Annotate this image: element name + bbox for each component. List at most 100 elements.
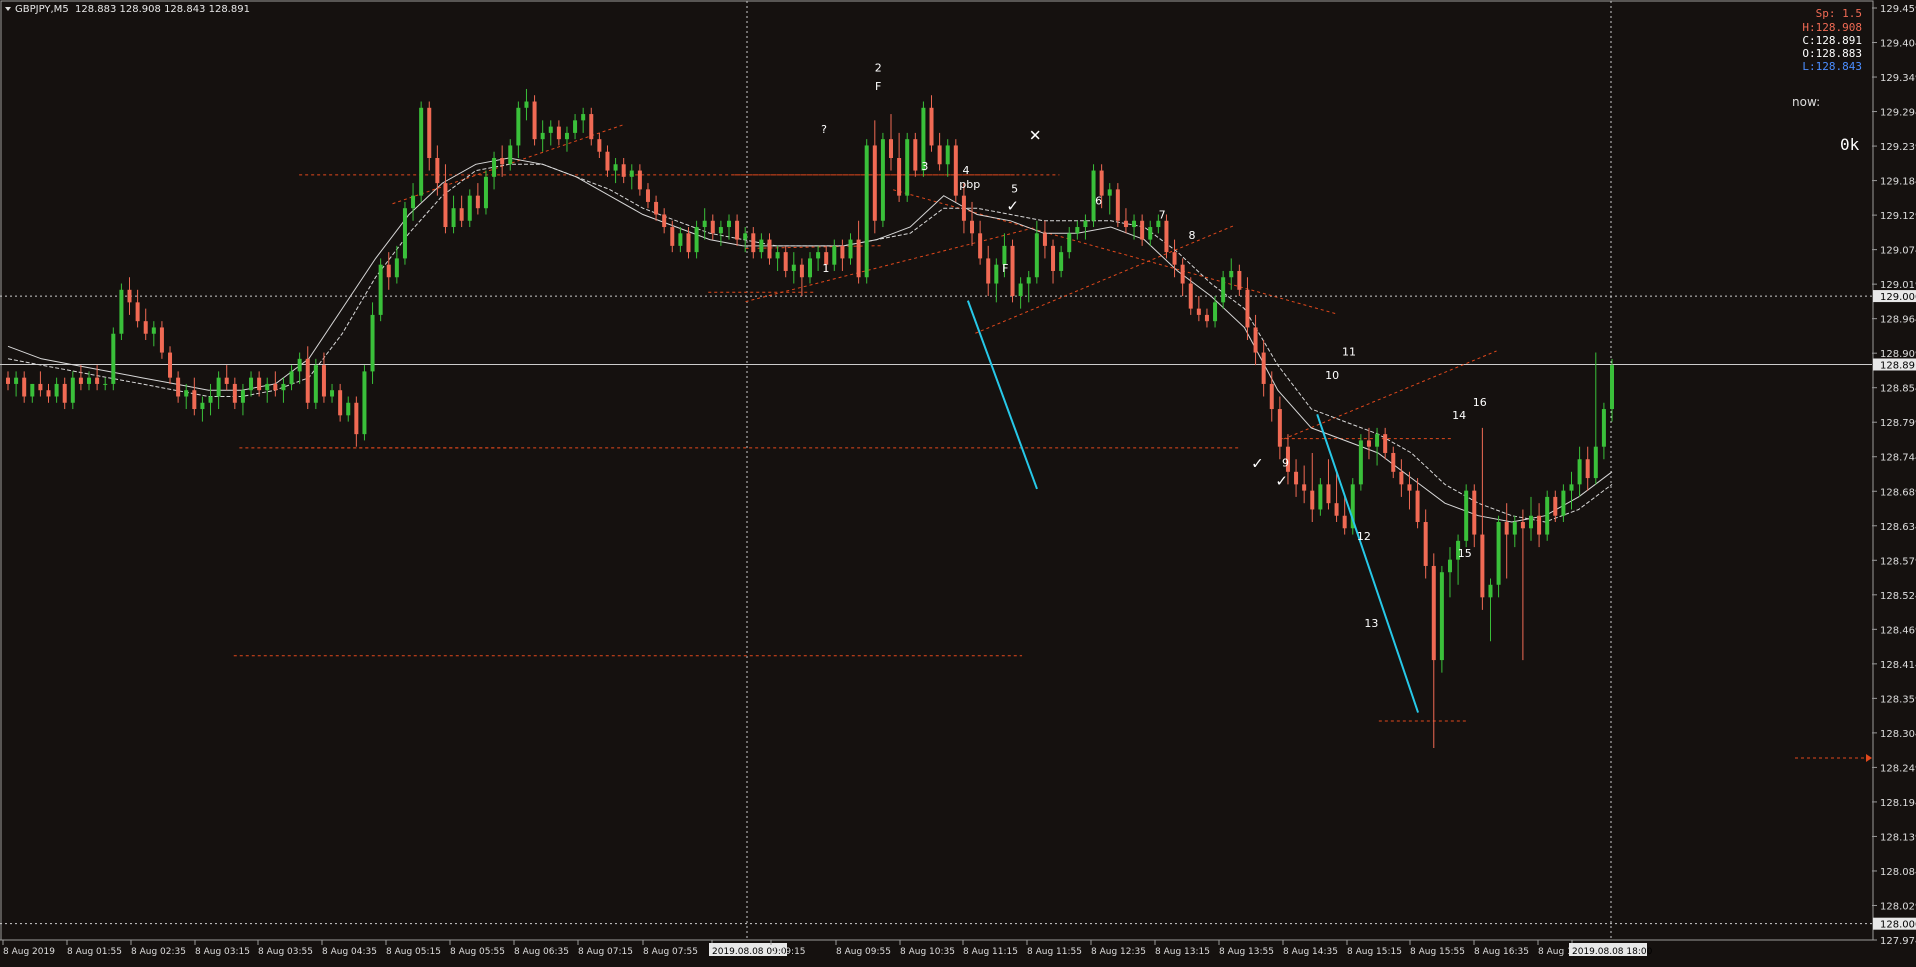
- bull-candle: [1229, 270, 1234, 278]
- bull-candle: [678, 233, 683, 246]
- bear-candle: [1537, 515, 1542, 535]
- bear-candle: [645, 189, 650, 202]
- bear-candle: [46, 390, 51, 397]
- bear-candle: [662, 214, 667, 228]
- bull-candle: [508, 145, 513, 165]
- annotation-label: 15: [1458, 547, 1472, 560]
- now-label: now:: [1792, 95, 1820, 109]
- bull-candle: [346, 402, 351, 416]
- bear-candle: [1504, 522, 1509, 535]
- bear-candle: [475, 195, 480, 209]
- header: GBPJPY,M5 128.883 128.908 128.843 128.89…: [5, 4, 250, 15]
- x-tick-label: 8 Aug 07:55: [643, 947, 698, 957]
- annotation-label: ?: [821, 123, 827, 136]
- y-tick-label: 128.139: [1880, 832, 1916, 843]
- bull-candle: [994, 264, 999, 284]
- bull-candle: [1318, 484, 1323, 510]
- x-tick-label: 8 Aug 03:55: [258, 947, 313, 957]
- bull-candle: [694, 227, 699, 253]
- x-tick-label: 8 Aug 04:35: [322, 947, 377, 957]
- bull-candle: [1545, 496, 1550, 535]
- bull-candle: [370, 314, 375, 372]
- bear-candle: [1204, 314, 1209, 322]
- bull-candle: [378, 264, 383, 315]
- y-tick-label: 128.854: [1880, 384, 1916, 395]
- bull-candle: [216, 377, 221, 397]
- y-tick-label: 128.249: [1880, 763, 1916, 774]
- y-tick-label: 128.304: [1880, 729, 1916, 740]
- bear-candle: [1310, 490, 1315, 510]
- y-tick-label: 128.414: [1880, 660, 1916, 671]
- bull-candle: [1067, 233, 1072, 253]
- bear-candle: [605, 151, 610, 171]
- bear-candle: [1237, 270, 1242, 290]
- bear-candle: [1123, 220, 1128, 228]
- bull-candle: [1132, 220, 1137, 228]
- annotation-label: 5: [1011, 183, 1018, 196]
- x-tick-label: 8 Aug 05:15: [386, 947, 441, 957]
- bull-candle: [1496, 522, 1501, 585]
- bear-candle: [589, 114, 594, 140]
- bull-candle: [119, 289, 124, 334]
- annotation-label: 12: [1357, 530, 1371, 543]
- close-value: C:128.891: [1802, 34, 1862, 47]
- annotation-label: 6: [1095, 195, 1102, 208]
- bull-candle: [548, 126, 553, 133]
- bear-candle: [1277, 409, 1282, 447]
- bull-candle: [864, 145, 869, 278]
- bull-candle: [791, 264, 796, 271]
- y-tick-label: 128.634: [1880, 522, 1916, 533]
- bear-candle: [1294, 471, 1299, 485]
- bear-candle: [1010, 245, 1015, 297]
- bull-candle: [1221, 277, 1226, 303]
- x-tick-label: 8 Aug 11:55: [1027, 947, 1082, 957]
- high-value: H:128.908: [1802, 21, 1862, 34]
- bear-candle: [62, 383, 67, 403]
- y-tick-label: 129.074: [1880, 246, 1916, 257]
- bull-candle: [411, 195, 416, 209]
- bear-candle: [1180, 264, 1185, 284]
- y-tick-label: 129.404: [1880, 39, 1916, 50]
- open-value: O:128.883: [1802, 47, 1862, 60]
- bear-candle: [1051, 245, 1056, 271]
- bull-candle: [945, 145, 950, 165]
- x-tick-label: 2019.08.08 18:00: [1572, 947, 1653, 957]
- bear-candle: [232, 383, 237, 403]
- bull-candle: [281, 383, 286, 391]
- bull-candle: [1358, 440, 1363, 485]
- bull-candle: [1561, 490, 1566, 516]
- x-tick-label: 8 Aug 03:15: [195, 947, 250, 957]
- x-tick-label: 8 Aug 02:35: [131, 947, 186, 957]
- bull-candle: [1156, 220, 1161, 228]
- bull-candle: [1059, 252, 1064, 271]
- candlestick-chart[interactable]: 2F?3 4pbp 5✓✕1 F67811101416✓ 9✓121513 129.45…: [0, 0, 1916, 963]
- bull-candle: [54, 383, 59, 397]
- x-tick-label: 8 Aug 05:55: [450, 947, 505, 957]
- bear-candle: [159, 327, 164, 353]
- bull-candle: [70, 377, 75, 403]
- bull-candle: [467, 195, 472, 221]
- symbol-label: GBPJPY,M5: [15, 4, 69, 15]
- bull-candle: [394, 258, 399, 278]
- x-tick-label: 8 Aug 12:35: [1091, 947, 1146, 957]
- bear-candle: [1480, 534, 1485, 598]
- bull-candle: [289, 371, 294, 384]
- bear-candle: [1164, 220, 1169, 253]
- bear-candle: [913, 139, 918, 171]
- bull-candle: [540, 132, 545, 140]
- bull-candle: [516, 107, 521, 146]
- chart-window[interactable]: 2 F? 3 4 pbp 5 ✓ ✕ 1 F 6 7 8 11 10 14 16 ✓ 9 ✓ 12 15 13 129.45…: [0, 0, 1916, 963]
- bull-candle: [759, 239, 764, 253]
- bull-candle: [1075, 227, 1080, 234]
- y-tick-label: 129.459: [1880, 4, 1916, 15]
- bull-candle: [249, 377, 254, 391]
- y-tick-label: 128.689: [1880, 487, 1916, 498]
- y-tick-label: 128.469: [1880, 625, 1916, 636]
- bull-candle: [718, 227, 723, 234]
- bear-candle: [38, 383, 43, 391]
- bear-candle: [556, 126, 561, 140]
- annotation-label: 13: [1364, 617, 1378, 630]
- bear-candle: [338, 390, 343, 416]
- bull-candle: [330, 390, 335, 397]
- bull-candle: [297, 358, 302, 372]
